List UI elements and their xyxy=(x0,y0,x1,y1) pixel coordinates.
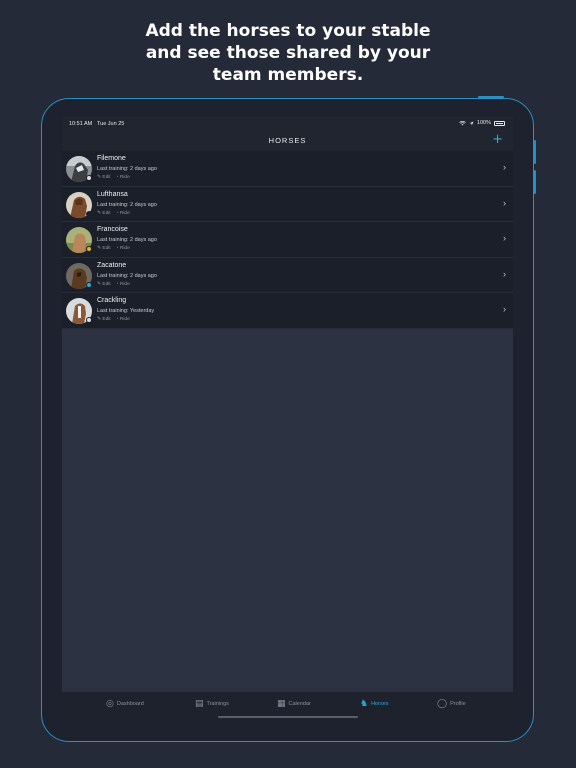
home-indicator xyxy=(218,716,358,718)
ride-link[interactable]: ◔ Ride xyxy=(116,175,130,180)
status-dot xyxy=(86,281,92,288)
wifi-icon xyxy=(459,120,466,125)
tab-label: Dashboard xyxy=(116,701,144,707)
device-volume-up xyxy=(533,140,536,164)
tab-label: Horses xyxy=(371,701,389,707)
pencil-icon: ✎ xyxy=(97,246,102,251)
last-training: Last training: 2 days ago xyxy=(97,201,157,208)
horse-name: Lufthansa xyxy=(97,190,128,198)
status-dot xyxy=(86,175,92,181)
calendar-icon: ▦ xyxy=(277,699,286,709)
horse-list: Filemone Last training: 2 days ago ✎ Edi… xyxy=(62,151,513,329)
location-icon xyxy=(469,121,474,125)
status-date: Tue Jun 25 xyxy=(97,121,125,127)
chevron-right-icon: › xyxy=(503,268,506,279)
horse-row-francoise[interactable]: Francoise Last training: 2 days ago ✎ Ed… xyxy=(62,222,513,258)
horse-actions: ✎ Edit ◔ Ride xyxy=(97,211,130,216)
promo-headline: Add the horses to your stable and see th… xyxy=(0,20,576,86)
horse-actions: ✎ Edit ◔ Ride xyxy=(97,282,130,287)
headline-line-1: Add the horses to your stable xyxy=(145,21,431,41)
tab-bar: ◎ Dashboard ▤ Trainings ▦ Calendar ♞ Hor… xyxy=(62,691,513,720)
dashboard-icon: ◎ xyxy=(106,699,114,709)
chevron-right-icon: › xyxy=(503,304,506,314)
battery-percent: 100% xyxy=(476,120,491,126)
device-volume-down xyxy=(533,170,536,194)
horse-row-zacatone[interactable]: Zacatone Last training: 2 days ago ✎ Edi… xyxy=(62,257,513,293)
chevron-right-icon: › xyxy=(503,162,506,172)
tab-label: Calendar xyxy=(288,701,311,707)
pencil-icon: ✎ xyxy=(97,210,102,216)
battery-icon xyxy=(494,120,505,126)
edit-link[interactable]: ✎ Edit xyxy=(97,175,111,180)
horse-name: Zacatone xyxy=(97,261,127,269)
horse-name: Francoise xyxy=(97,226,128,233)
empty-content-area xyxy=(62,329,513,691)
horse-actions: ✎ Edit ◔ Ride xyxy=(97,317,130,322)
headline-line-2: and see those shared by your xyxy=(145,43,431,63)
app-screen: 10:51 AM Tue Jun 25 100% HORSES + Filemo… xyxy=(62,117,513,720)
device-top-button xyxy=(478,96,504,98)
nav-bar: HORSES + xyxy=(62,131,513,151)
tab-label: Profile xyxy=(450,701,466,707)
horse-actions: ✎ Edit ◔ Ride xyxy=(97,175,130,180)
horse-actions: ✎ Edit ◔ Ride xyxy=(97,246,130,251)
tab-label: Trainings xyxy=(206,701,229,707)
horse-row-lufthansa[interactable]: Lufthansa Last training: 2 days ago ✎ Ed… xyxy=(62,186,513,222)
chevron-right-icon: › xyxy=(503,233,506,243)
tab-calendar[interactable]: ▦ Calendar xyxy=(277,699,311,709)
edit-link[interactable]: ✎ Edit xyxy=(97,317,111,322)
pencil-icon: ✎ xyxy=(97,175,102,180)
last-training: Last training: Yesterday xyxy=(97,308,155,314)
last-training: Last training: 2 days ago xyxy=(97,166,157,172)
ride-link[interactable]: ◔ Ride xyxy=(116,282,130,287)
status-dot xyxy=(86,210,92,217)
status-dot xyxy=(86,317,92,323)
trainings-icon: ▤ xyxy=(195,699,204,709)
ride-icon: ◔ xyxy=(115,175,119,180)
ride-icon: ◔ xyxy=(115,317,119,322)
headline-line-3: team members. xyxy=(212,65,364,85)
last-training: Last training: 2 days ago xyxy=(97,237,157,243)
edit-link[interactable]: ✎ Edit xyxy=(97,282,111,287)
ride-link[interactable]: ◔ Ride xyxy=(116,246,130,251)
ride-icon: ◔ xyxy=(115,210,119,216)
pencil-icon: ✎ xyxy=(97,281,102,287)
tab-horses[interactable]: ♞ Horses xyxy=(360,699,389,709)
chevron-right-icon: › xyxy=(503,197,506,208)
ride-link[interactable]: ◔ Ride xyxy=(116,317,130,322)
tab-profile[interactable]: ◯ Profile xyxy=(437,699,466,709)
page-title: HORSES xyxy=(268,136,307,145)
status-right: 100% xyxy=(459,120,505,126)
add-horse-button[interactable]: + xyxy=(492,132,503,147)
horse-name: Filemone xyxy=(97,155,126,162)
profile-icon: ◯ xyxy=(437,699,448,709)
ride-icon: ◔ xyxy=(115,281,119,287)
last-training: Last training: 2 days ago xyxy=(97,272,157,279)
horse-name: Crackling xyxy=(97,297,127,304)
plus-icon: + xyxy=(492,132,503,147)
edit-link[interactable]: ✎ Edit xyxy=(97,211,111,216)
edit-link[interactable]: ✎ Edit xyxy=(97,246,111,251)
pencil-icon: ✎ xyxy=(97,317,102,322)
horse-row-filemone[interactable]: Filemone Last training: 2 days ago ✎ Edi… xyxy=(62,151,513,187)
tab-trainings[interactable]: ▤ Trainings xyxy=(195,699,229,709)
status-time: 10:51 AM xyxy=(69,121,93,127)
tab-dashboard[interactable]: ◎ Dashboard xyxy=(106,699,144,709)
status-dot xyxy=(86,246,92,252)
ride-icon: ◔ xyxy=(115,246,119,251)
horse-head-icon: ♞ xyxy=(360,699,369,709)
status-bar: 10:51 AM Tue Jun 25 100% xyxy=(62,117,513,131)
ride-link[interactable]: ◔ Ride xyxy=(116,211,130,216)
horse-row-crackling[interactable]: Crackling Last training: Yesterday ✎ Edi… xyxy=(62,293,513,329)
